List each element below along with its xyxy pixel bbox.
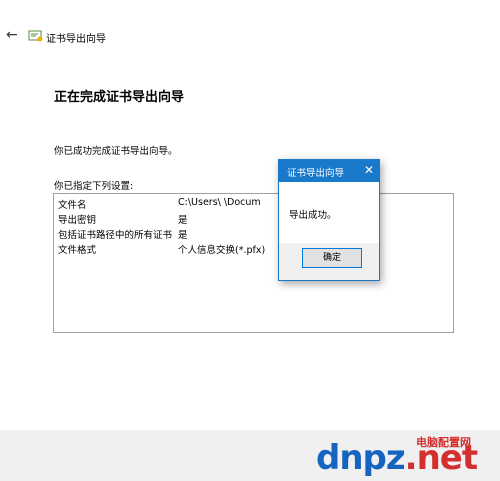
export-success-dialog: 证书导出向导 ✕ 导出成功。 确定 [278, 159, 380, 281]
settings-value: C:\Users\ \Docum [178, 197, 261, 208]
ok-button[interactable]: 确定 [302, 248, 362, 268]
settings-label: 你已指定下列设置: [54, 181, 134, 192]
settings-key: 文件格式 [58, 245, 97, 256]
close-icon[interactable]: ✕ [364, 163, 374, 177]
settings-key: 导出密钥 [58, 215, 97, 226]
settings-value: 是 [178, 230, 188, 241]
dialog-footer: 确定 [279, 243, 379, 280]
success-message: 你已成功完成证书导出向导。 [54, 146, 178, 157]
watermark-logo-text: dnpz [316, 438, 406, 478]
dialog-title: 证书导出向导 [287, 168, 345, 179]
settings-list[interactable]: 文件名 C:\Users\ \Docum 导出密钥 是 包括证书路径中的所有证书… [53, 193, 454, 333]
certificate-export-wizard: ← 证书导出向导 正在完成证书导出向导 你已成功完成证书导出向导。 你已指定下列… [0, 0, 500, 481]
page-heading: 正在完成证书导出向导 [54, 90, 185, 105]
watermark-site-name: 电脑配置网 [416, 436, 471, 449]
dialog-message: 导出成功。 [289, 210, 337, 221]
dialog-titlebar: 证书导出向导 ✕ [279, 160, 379, 182]
settings-value: 是 [178, 215, 188, 226]
settings-value: 个人信息交换(*.pfx) [178, 245, 266, 256]
back-arrow-icon[interactable]: ← [6, 27, 18, 43]
window-title: 证书导出向导 [46, 34, 106, 45]
settings-key: 文件名 [58, 200, 87, 211]
site-watermark: dnpz.net 电脑配置网 [316, 430, 500, 481]
certificate-icon [28, 30, 43, 42]
settings-key: 包括证书路径中的所有证书 [58, 230, 173, 241]
